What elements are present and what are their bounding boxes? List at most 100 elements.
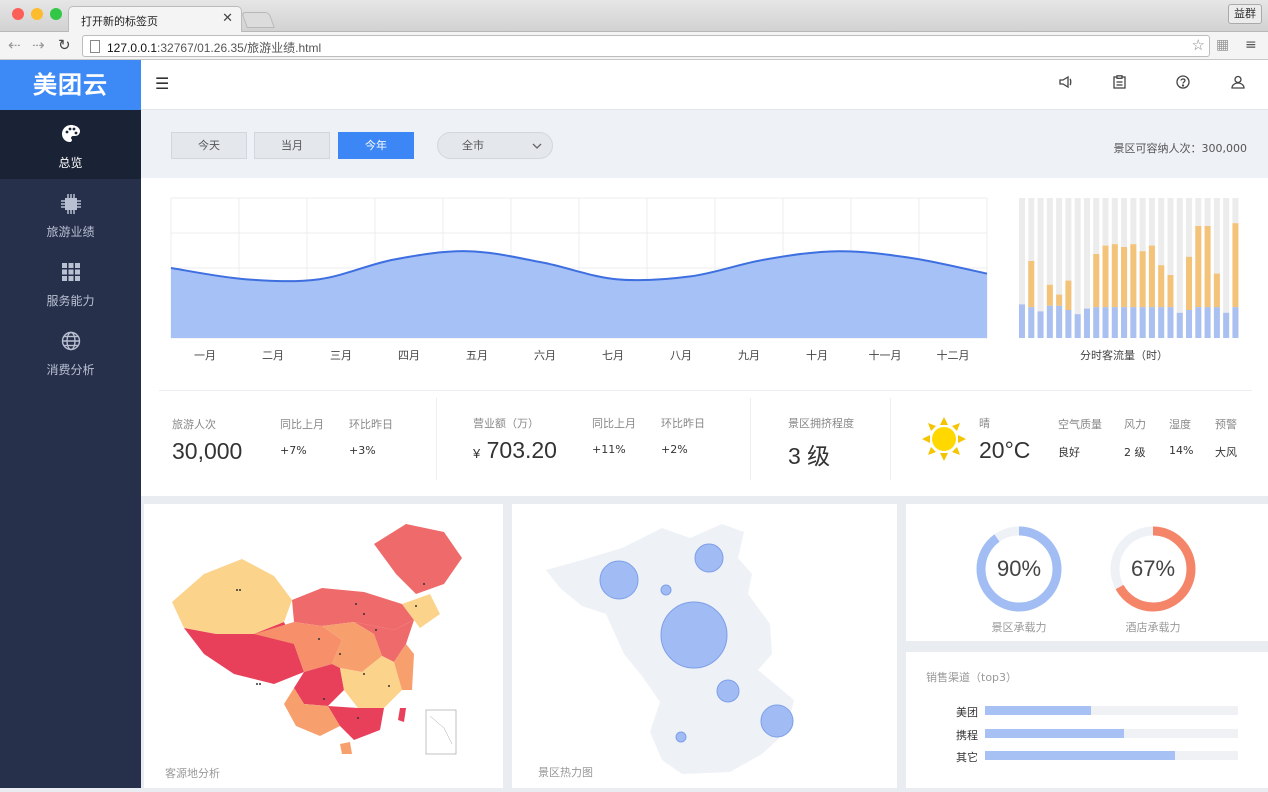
zoom-window-button[interactable] [50,8,62,20]
bar-segment-base [1186,310,1193,338]
url-host: 127.0.0.1 [107,41,158,55]
x-tick-label: 十一月 [869,348,902,362]
bar-segment-base [1028,307,1035,338]
filter-today-button[interactable]: 今天 [171,132,247,159]
revenue-value: 703.20 [486,437,557,463]
apps-icon[interactable]: ▦ [1216,37,1229,53]
revenue-dod-value: +2% [661,443,688,456]
back-arrow-icon[interactable]: ⇠ [8,36,21,54]
wind-value: 2 级 [1124,446,1146,459]
reload-icon[interactable]: ↻ [58,36,71,54]
channel-bar-meituan [985,706,1092,715]
revenue-value-row: ¥ 703.20 [473,437,557,464]
bar-segment-upper [1093,254,1100,308]
scenic-capacity-label: 景区承载力 [991,621,1047,634]
announcement-icon[interactable] [1059,75,1074,93]
visitors-dod-stat: 环比昨日 +3% [349,416,393,457]
humidity-stat: 湿度 14% [1169,416,1193,457]
bar-segment-base [1093,307,1100,338]
bar-segment-base [1074,314,1081,338]
capacity-text: 景区可容纳人次：300,000 [1113,142,1248,155]
globe-icon [0,331,141,355]
hotel-capacity-value: 67% [1130,556,1176,581]
humidity-value: 14% [1169,444,1194,457]
x-tick-label: 七月 [602,349,624,362]
region-select-value: 全市 [462,139,484,152]
user-icon[interactable] [1231,75,1245,93]
warning-label: 预警 [1215,418,1237,431]
revenue-mom-label: 同比上月 [592,417,636,430]
bar-segment-upper [1056,294,1063,306]
x-tick-label: 三月 [330,349,352,362]
visitors-label: 旅游人次 [172,418,216,431]
revenue-stat: 营业额（万） ¥ 703.20 [473,415,557,464]
revenue-mom-stat: 同比上月 +11% [592,415,636,456]
x-axis-label: 分时客流量（时） [1080,348,1168,362]
sales-channel-title: 销售渠道（top3） [926,671,1018,684]
tab-close-icon[interactable]: ✕ [222,11,233,26]
menu-toggle-icon[interactable]: ☰ [155,74,169,93]
bookmark-star-icon[interactable]: ☆ [1192,36,1205,54]
bar-segment-upper [1232,223,1239,308]
bar-segment-upper [1213,273,1220,308]
sidebar-item-overview[interactable]: 总览 [0,110,141,179]
new-tab-button[interactable] [241,12,275,28]
x-tick-label: 十二月 [937,348,970,362]
bar-segment-base [1148,307,1155,338]
divider [890,398,891,480]
close-window-button[interactable] [12,8,24,20]
visitors-mom-label: 同比上月 [280,418,324,431]
bar-segment-base [1019,304,1025,338]
source-map-card: 客源地分析 [144,504,503,788]
bar-segment-upper [1046,284,1053,306]
bar-segment-base [1158,307,1165,338]
forward-arrow-icon[interactable]: ⇢ [32,36,45,54]
filter-month-button[interactable]: 当月 [254,132,330,159]
sidebar-item-service[interactable]: 服务能力 [0,248,141,317]
browser-toolbar: ⇠ ⇢ ↻ 127.0.0.1:32767/01.26.35/旅游业绩.html… [0,32,1268,60]
air-quality-label: 空气质量 [1058,418,1102,431]
visitors-mom-value: +7% [280,444,307,457]
china-choropleth-map [172,524,462,755]
filter-year-button[interactable]: 今年 [338,132,414,159]
sun-icon [922,417,966,461]
bar-segment-base [1121,307,1128,338]
sidebar-item-consumption[interactable]: 消费分析 [0,317,141,386]
sidebar-item-label: 消费分析 [46,363,95,377]
temperature-value: 20°C [979,437,1031,463]
bar-segment-base [1213,307,1220,338]
warning-value: 大风 [1215,446,1237,459]
bar-segment-base [1130,307,1137,338]
minimize-window-button[interactable] [31,8,43,20]
x-tick-label: 八月 [670,349,692,362]
chevron-down-icon [532,133,542,161]
help-icon[interactable] [1176,75,1190,93]
scenic-capacity-value: 90% [996,556,1042,581]
visitors-dod-value: +3% [349,444,376,457]
bar-segment-upper [1028,261,1035,308]
capacity-card: 90% 景区承载力 67% 酒店承载力 [906,504,1268,641]
tab-title: 打开新的标签页 [81,15,158,28]
wind-stat: 风力 2 级 [1124,416,1146,460]
address-bar[interactable]: 127.0.0.1:32767/01.26.35/旅游业绩.html ☆ [82,35,1210,57]
channel-bar-track [985,706,1238,715]
browser-menu-icon[interactable]: ≡ [1245,37,1257,53]
x-tick-label: 二月 [262,349,284,362]
currency-symbol: ¥ [473,446,481,461]
channel-bar-other [985,751,1175,760]
bar-segment-upper [1167,275,1174,308]
region-select[interactable]: 全市 [437,132,553,159]
sidebar-item-label: 总览 [58,156,83,170]
sidebar-item-tourism[interactable]: 旅游业绩 [0,179,141,248]
brand-logo: 美团云 [0,60,141,110]
browser-user-badge[interactable]: 益群 [1228,4,1262,24]
sidebar: 美团云 总览 旅游业绩 服务能力 消费分析 [0,60,141,788]
page-document-icon [90,40,100,53]
bar-segment-upper [1121,247,1128,308]
visitors-dod-label: 环比昨日 [349,418,393,431]
bar-segment-base [1065,310,1072,338]
bar-segment-base [1083,308,1090,338]
clipboard-icon[interactable] [1113,75,1126,93]
x-tick-label: 九月 [738,349,760,362]
browser-tab[interactable]: 打开新的标签页 ✕ [68,6,242,33]
